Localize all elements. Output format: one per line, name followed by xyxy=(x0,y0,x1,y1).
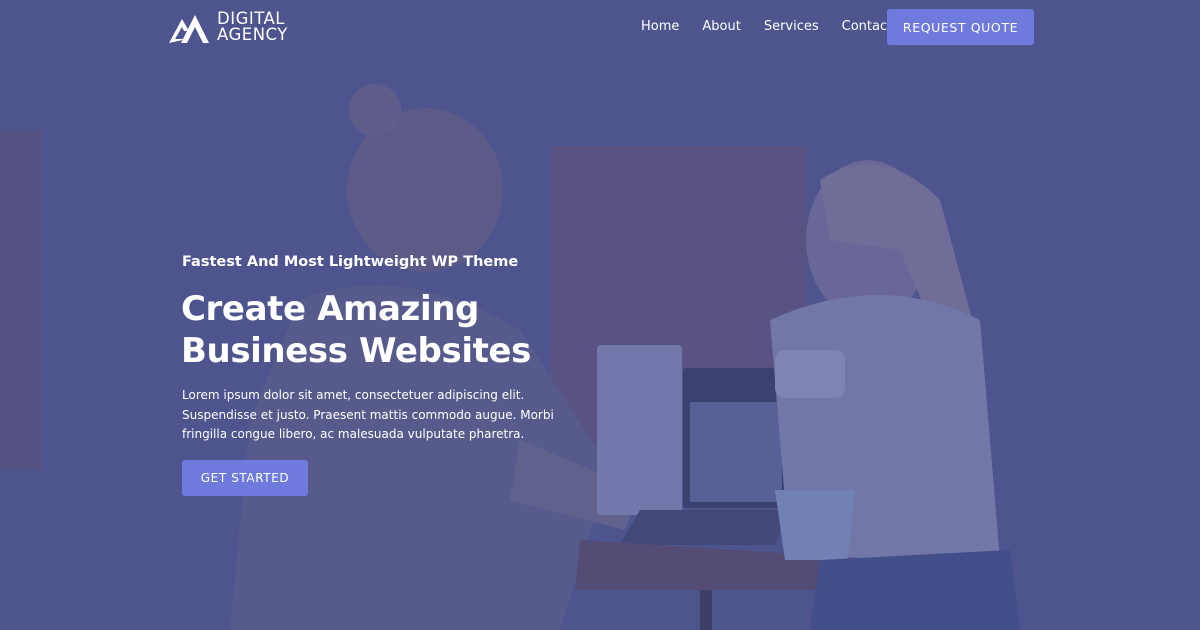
brand-name: DIGITAL AGENCY xyxy=(217,10,288,44)
hero-title-line1: Create Amazing xyxy=(181,289,479,329)
brand-logo[interactable]: DIGITAL AGENCY xyxy=(167,9,288,45)
nav-item-contact[interactable]: Contact xyxy=(842,19,893,35)
hero-eyebrow: Fastest And Most Lightweight WP Theme xyxy=(182,254,519,270)
get-started-button[interactable]: GET STARTED xyxy=(182,460,308,496)
hero-title-line2: Business Websites xyxy=(181,331,531,371)
request-quote-button[interactable]: REQUEST QUOTE xyxy=(887,9,1034,45)
hero-title: Create Amazing Business Websites xyxy=(181,288,601,372)
brand-name-line2: AGENCY xyxy=(217,25,288,44)
nav-item-services[interactable]: Services xyxy=(764,19,819,35)
mountain-logo-icon xyxy=(169,15,209,43)
site-header: DIGITAL AGENCY Home About Services Conta… xyxy=(0,0,1200,56)
nav-item-about[interactable]: About xyxy=(702,19,740,35)
hero-section: DIGITAL AGENCY Home About Services Conta… xyxy=(0,0,1200,630)
hero-description: Lorem ipsum dolor sit amet, consectetuer… xyxy=(182,388,554,441)
nav-item-home[interactable]: Home xyxy=(641,19,679,35)
primary-nav: Home About Services Contact xyxy=(641,19,915,35)
